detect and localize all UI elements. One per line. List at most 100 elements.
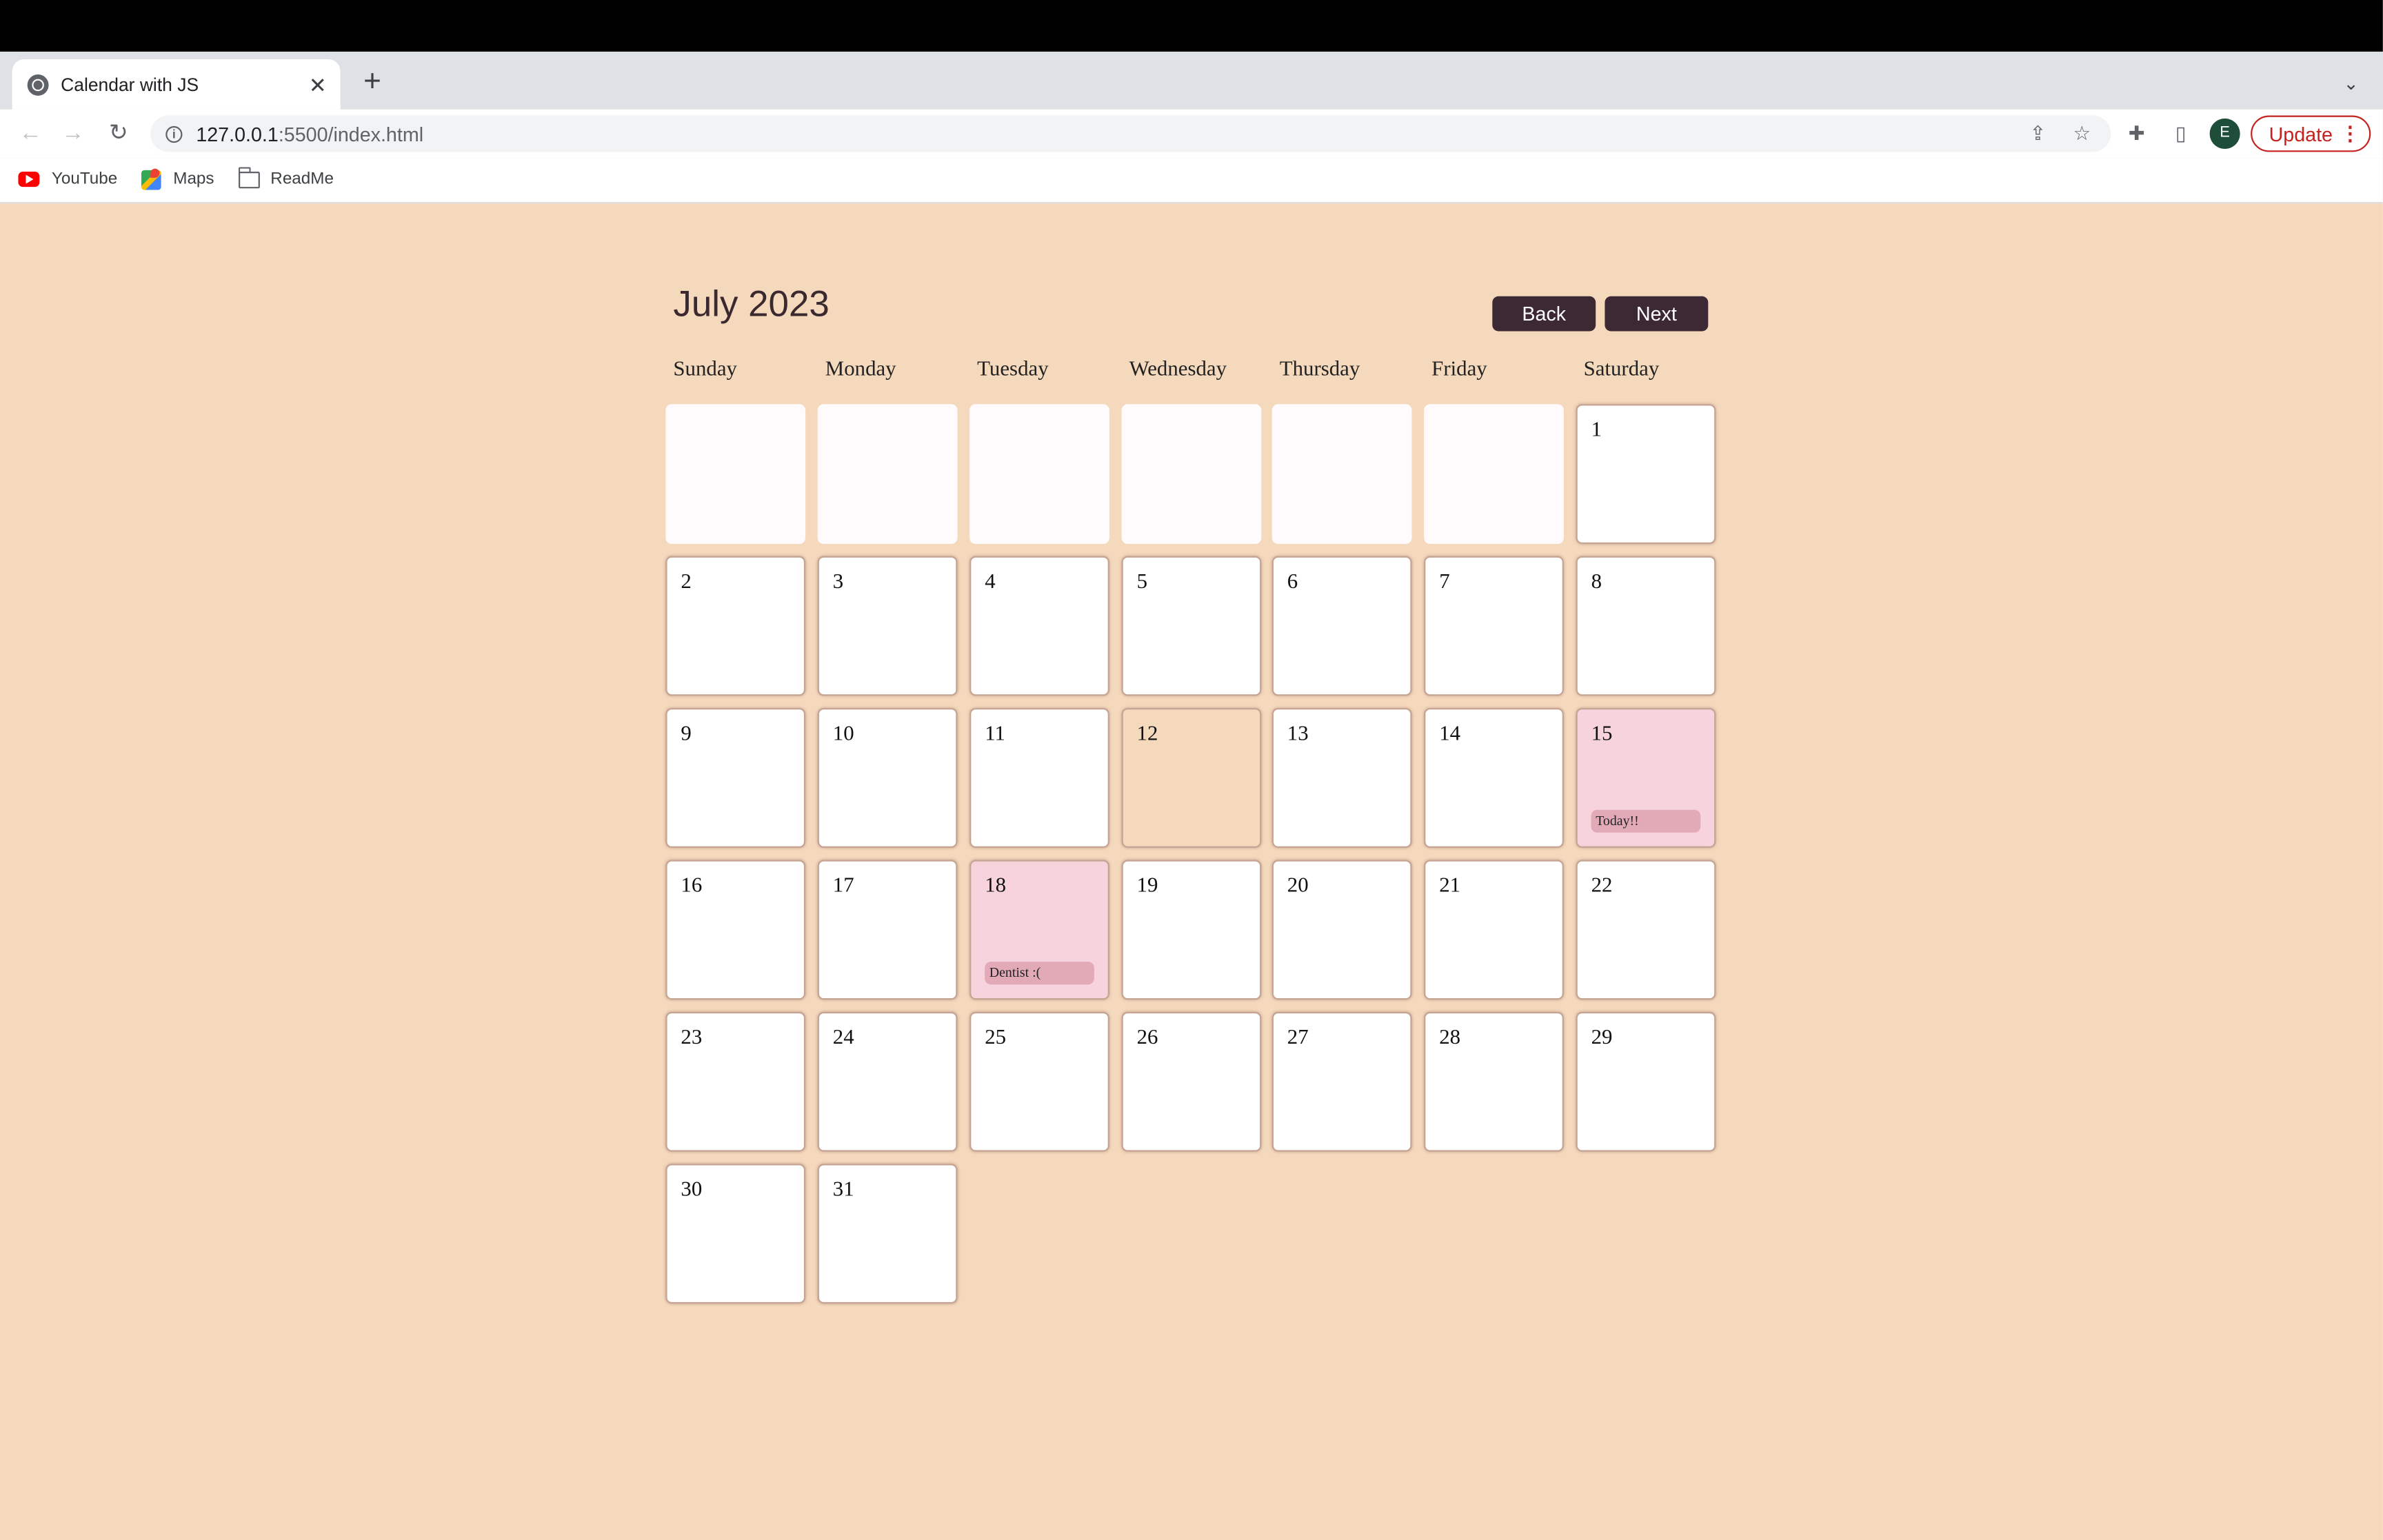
day-number: 8 (1591, 571, 1602, 594)
tab-title: Calendar with JS (61, 73, 199, 95)
day-number: 22 (1591, 875, 1613, 898)
event-label[interactable]: Today!! (1591, 809, 1701, 833)
day-number: 31 (832, 1179, 854, 1202)
share-icon[interactable]: ⇪ (2021, 116, 2054, 152)
day-number: 23 (681, 1026, 703, 1050)
bookmark-youtube[interactable]: YouTube (18, 167, 117, 191)
day-cell-25[interactable]: 25 (969, 1011, 1109, 1152)
day-cell-18[interactable]: 18 Dentist :( (969, 860, 1109, 1000)
bookmark-label: Maps (173, 170, 214, 189)
weekday-saturday: Saturday (1583, 358, 1660, 382)
day-number: 20 (1287, 875, 1309, 898)
day-cell-31[interactable]: 31 (817, 1164, 958, 1304)
event-label[interactable]: Dentist :( (985, 962, 1094, 985)
side-panel-icon[interactable]: ▯ (2166, 119, 2196, 149)
day-padding (665, 404, 806, 545)
weekday-tuesday: Tuesday (977, 358, 1049, 382)
close-icon[interactable]: ✕ (304, 70, 332, 98)
update-button[interactable]: Update ⋮ (2251, 115, 2371, 152)
weekday-sunday: Sunday (673, 358, 737, 382)
day-number: 18 (985, 875, 1007, 898)
day-cell-11[interactable]: 11 (969, 708, 1109, 848)
star-icon[interactable]: ☆ (2065, 116, 2098, 152)
day-cell-14[interactable]: 14 (1424, 708, 1564, 848)
day-cell-12[interactable]: 12 (1121, 708, 1262, 848)
day-cell-3[interactable]: 3 (817, 556, 958, 696)
day-cell-21[interactable]: 21 (1424, 860, 1564, 1000)
day-number: 30 (681, 1179, 703, 1202)
day-number: 29 (1591, 1026, 1613, 1050)
avatar[interactable]: E (2209, 118, 2240, 149)
day-number: 1 (1591, 419, 1602, 443)
day-cell-22[interactable]: 22 (1576, 860, 1716, 1000)
next-button[interactable]: Next (1605, 296, 1709, 332)
puzzle-icon[interactable]: ✚ (2122, 119, 2152, 149)
day-cell-23[interactable]: 23 (665, 1011, 806, 1152)
day-number: 7 (1439, 571, 1450, 594)
new-tab-button[interactable]: + (356, 65, 389, 99)
day-number: 21 (1439, 875, 1461, 898)
day-cell-13[interactable]: 13 (1271, 708, 1412, 848)
day-padding (1424, 404, 1564, 545)
day-padding (969, 404, 1109, 545)
day-number: 11 (985, 723, 1005, 747)
day-cell-5[interactable]: 5 (1121, 556, 1262, 696)
day-number: 12 (1136, 723, 1158, 747)
day-number: 28 (1439, 1026, 1461, 1050)
maps-icon (141, 168, 161, 190)
day-padding (1271, 404, 1412, 545)
day-cell-28[interactable]: 28 (1424, 1011, 1564, 1152)
bookmark-maps[interactable]: Maps (141, 167, 214, 191)
day-number: 5 (1136, 571, 1148, 594)
day-cell-30[interactable]: 30 (665, 1164, 806, 1304)
day-cell-15[interactable]: 15 Today!! (1576, 708, 1716, 848)
reload-icon[interactable]: ↻ (102, 117, 135, 150)
day-number: 13 (1287, 723, 1309, 747)
day-cell-27[interactable]: 27 (1271, 1011, 1412, 1152)
day-cell-19[interactable]: 19 (1121, 860, 1262, 1000)
day-number: 24 (832, 1026, 854, 1050)
globe-icon (27, 73, 49, 95)
day-cell-1[interactable]: 1 (1576, 404, 1716, 545)
day-number: 19 (1136, 875, 1158, 898)
tab-search-icon[interactable]: ⌄ (2337, 70, 2365, 97)
back-arrow-icon[interactable]: ← (14, 117, 47, 150)
day-cell-4[interactable]: 4 (969, 556, 1109, 696)
bookmark-label: ReadMe (270, 170, 334, 189)
day-cell-24[interactable]: 24 (817, 1011, 958, 1152)
day-number: 26 (1136, 1026, 1158, 1050)
info-icon[interactable]: i (165, 125, 183, 143)
back-button[interactable]: Back (1492, 296, 1596, 332)
url-text[interactable]: 127.0.0.1:5500/index.html (196, 122, 423, 145)
day-cell-26[interactable]: 26 (1121, 1011, 1262, 1152)
url-host: 127.0.0.1 (196, 122, 279, 145)
day-number: 4 (985, 571, 996, 594)
weekday-friday: Friday (1431, 358, 1487, 382)
bookmark-readme[interactable]: ReadMe (239, 166, 334, 191)
address-bar[interactable]: i 127.0.0.1:5500/index.html ⇪ ☆ (150, 115, 2111, 152)
tab-calendar[interactable]: Calendar with JS ✕ (12, 59, 341, 110)
day-cell-10[interactable]: 10 (817, 708, 958, 848)
day-number: 10 (832, 723, 854, 747)
day-number: 6 (1287, 571, 1298, 594)
day-cell-20[interactable]: 20 (1271, 860, 1412, 1000)
day-number: 15 (1591, 723, 1613, 747)
day-cell-2[interactable]: 2 (665, 556, 806, 696)
day-number: 2 (681, 571, 692, 594)
day-cell-9[interactable]: 9 (665, 708, 806, 848)
day-cell-6[interactable]: 6 (1271, 556, 1412, 696)
day-number: 27 (1287, 1026, 1309, 1050)
day-number: 17 (832, 875, 854, 898)
day-padding (817, 404, 958, 545)
bookmarks-bar: YouTube Maps ReadMe (0, 158, 2383, 204)
day-cell-29[interactable]: 29 (1576, 1011, 1716, 1152)
day-cell-17[interactable]: 17 (817, 860, 958, 1000)
day-number: 3 (832, 571, 844, 594)
day-cell-16[interactable]: 16 (665, 860, 806, 1000)
folder-icon (239, 166, 260, 188)
day-cell-8[interactable]: 8 (1576, 556, 1716, 696)
day-cell-7[interactable]: 7 (1424, 556, 1564, 696)
system-bar (0, 0, 2383, 52)
forward-arrow-icon[interactable]: → (57, 117, 90, 150)
screen: Calendar with JS ✕ + ⌄ ← → ↻ i 127.0.0.1… (0, 0, 2383, 1540)
